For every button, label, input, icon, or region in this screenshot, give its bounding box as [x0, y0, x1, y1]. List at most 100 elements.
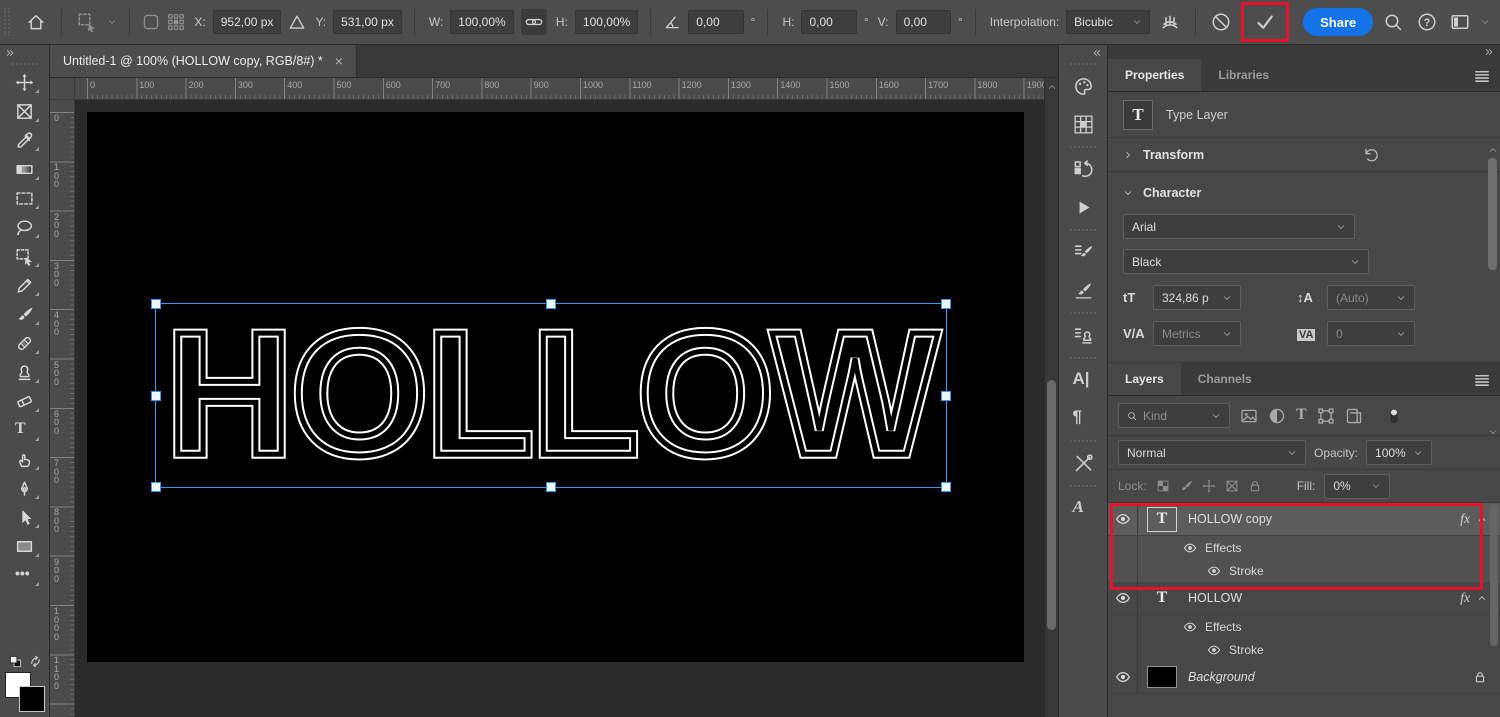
effect-visibility-toggle[interactable]	[1183, 620, 1197, 634]
lock-position-icon[interactable]	[1202, 479, 1216, 493]
transform-handle-top-left[interactable]	[151, 299, 161, 309]
interpolation-select[interactable]: Bicubic	[1066, 10, 1150, 34]
panel-brushes-button[interactable]	[1064, 272, 1102, 309]
transform-handle-top-right[interactable]	[941, 299, 951, 309]
effect-visibility-toggle[interactable]	[1207, 564, 1221, 578]
collapse-effects-icon[interactable]	[1477, 514, 1487, 524]
effect-visibility-toggle[interactable]	[1207, 643, 1221, 657]
tool-smudge[interactable]	[7, 445, 43, 474]
font-style-select[interactable]: Black	[1123, 249, 1369, 274]
canvas-vertical-scrollbar[interactable]	[1044, 78, 1058, 717]
tool-path-select[interactable]	[7, 503, 43, 532]
document-tab[interactable]: Untitled-1 @ 100% (HOLLOW copy, RGB/8#) …	[50, 45, 357, 77]
tab-channels[interactable]: Channels	[1181, 363, 1269, 395]
filter-type-layers-icon[interactable]: T	[1296, 406, 1307, 425]
effect-visibility-toggle[interactable]	[1183, 541, 1197, 555]
transform-section-header[interactable]: Transform	[1108, 138, 1500, 172]
filter-toggle-icon[interactable]	[1385, 407, 1403, 425]
h-skew-input[interactable]: 0,00	[801, 10, 857, 34]
vertical-ruler[interactable]: 0 1 0 0 2 0 0 3 0 0 4 0 0 5 0 0 6 0 0 7 0 0 8 0 …	[50, 100, 75, 717]
tool-type[interactable]: T	[7, 416, 43, 445]
tool-pencil[interactable]	[7, 271, 43, 300]
width-input[interactable]: 100,00%	[450, 10, 514, 34]
maintain-aspect-ratio-button[interactable]	[520, 9, 547, 35]
close-tab-button[interactable]: ×	[335, 54, 343, 68]
canvas[interactable]: HOLLOW HOLLOW	[87, 112, 1024, 662]
layers-scrollbar-thumb[interactable]	[1490, 504, 1498, 646]
collapse-effects-icon[interactable]	[1477, 593, 1487, 603]
panel-history-button[interactable]	[1064, 151, 1102, 188]
panel-glyphs-button[interactable]: A	[1064, 490, 1102, 527]
lock-all-icon[interactable]	[1248, 479, 1262, 493]
layer-effect-row-effects[interactable]: Effects	[1108, 536, 1500, 559]
ruler-corner[interactable]	[50, 78, 75, 100]
tab-properties[interactable]: Properties	[1108, 59, 1202, 91]
cancel-transform-button[interactable]	[1208, 8, 1234, 36]
font-family-select[interactable]: Arial	[1123, 214, 1355, 239]
transform-handle-bottom-right[interactable]	[941, 482, 951, 492]
transform-handle-middle-left[interactable]	[151, 390, 161, 401]
foreground-background-swatches[interactable]	[5, 672, 45, 712]
warp-mode-button[interactable]	[1157, 8, 1183, 36]
panel-clone-source-button[interactable]	[1064, 317, 1102, 354]
pasteboard[interactable]: HOLLOW HOLLOW	[75, 100, 1044, 717]
lock-image-pixels-icon[interactable]	[1179, 479, 1193, 493]
panel-actions-button[interactable]	[1064, 189, 1102, 226]
transform-handle-bottom-middle[interactable]	[546, 482, 556, 492]
tool-clone-stamp[interactable]	[7, 358, 43, 387]
panel-grip[interactable]	[11, 63, 38, 65]
rotation-input[interactable]: 0,00	[688, 10, 744, 34]
tool-pen[interactable]	[7, 474, 43, 503]
workspace-switcher-button[interactable]	[1447, 8, 1473, 36]
toggle-reference-point-checkbox[interactable]	[142, 13, 160, 31]
scroll-up-icon[interactable]	[1488, 145, 1498, 155]
layer-row-hollow[interactable]: T HOLLOW fx	[1108, 582, 1500, 615]
scroll-down-icon[interactable]	[1488, 427, 1498, 437]
scrollbar-thumb[interactable]	[1047, 380, 1056, 630]
transform-handle-top-middle[interactable]	[546, 299, 556, 309]
tool-eraser[interactable]	[7, 387, 43, 416]
background-color-swatch[interactable]	[19, 686, 45, 712]
layer-effect-row-stroke[interactable]: Stroke	[1108, 638, 1500, 661]
panel-menu-icon[interactable]	[1473, 371, 1491, 389]
layer-row-hollow-copy[interactable]: T HOLLOW copy fx	[1108, 503, 1500, 536]
tab-layers[interactable]: Layers	[1108, 363, 1181, 395]
chevron-down-icon[interactable]	[107, 17, 117, 27]
chevron-down-icon[interactable]	[1480, 17, 1490, 27]
panel-grip[interactable]	[1070, 485, 1096, 487]
layer-visibility-toggle[interactable]	[1108, 661, 1138, 693]
tool-healing-brush[interactable]	[7, 329, 43, 358]
filter-smart-objects-icon[interactable]	[1345, 407, 1363, 425]
panel-grip[interactable]	[1070, 146, 1096, 148]
transform-handle-middle-right[interactable]	[941, 390, 951, 401]
panel-paragraph-button[interactable]: ¶	[1064, 400, 1102, 437]
panel-grip[interactable]	[1070, 440, 1096, 442]
blend-mode-select[interactable]: Normal	[1118, 440, 1306, 465]
layer-effect-row-effects[interactable]: Effects	[1108, 615, 1500, 638]
layer-visibility-toggle[interactable]	[1108, 582, 1138, 614]
reset-transform-icon[interactable]	[1361, 146, 1379, 164]
lock-transparent-pixels-icon[interactable]	[1156, 479, 1170, 493]
tracking-select[interactable]: 0	[1327, 321, 1415, 346]
hollow-text[interactable]: HOLLOW HOLLOW	[161, 301, 942, 486]
tool-brush[interactable]	[7, 300, 43, 329]
character-section-header[interactable]: Character	[1123, 181, 1470, 205]
fill-select[interactable]: 0%	[1324, 473, 1391, 499]
layer-visibility-toggle[interactable]	[1108, 503, 1138, 535]
tab-libraries[interactable]: Libraries	[1201, 59, 1286, 91]
tool-object-selection[interactable]	[7, 242, 43, 271]
tool-artboard[interactable]	[7, 97, 43, 126]
y-input[interactable]: 531,00 px	[333, 10, 402, 34]
panel-grip[interactable]	[1070, 229, 1096, 231]
layer-effect-row-stroke[interactable]: Stroke	[1108, 559, 1500, 582]
panel-brush-settings-button[interactable]	[1064, 234, 1102, 271]
panel-grip[interactable]	[1070, 63, 1096, 65]
panel-swatches-button[interactable]	[1064, 106, 1102, 143]
transform-bounding-box[interactable]: HOLLOW HOLLOW	[151, 299, 951, 492]
x-input[interactable]: 952,00 px	[212, 10, 282, 34]
default-colors-icon[interactable]	[8, 654, 23, 669]
scrollbar-thumb[interactable]	[1488, 158, 1497, 270]
opacity-select[interactable]: 100%	[1366, 440, 1433, 465]
tool-move[interactable]	[7, 68, 43, 97]
tools-panel-header[interactable]	[0, 45, 49, 60]
